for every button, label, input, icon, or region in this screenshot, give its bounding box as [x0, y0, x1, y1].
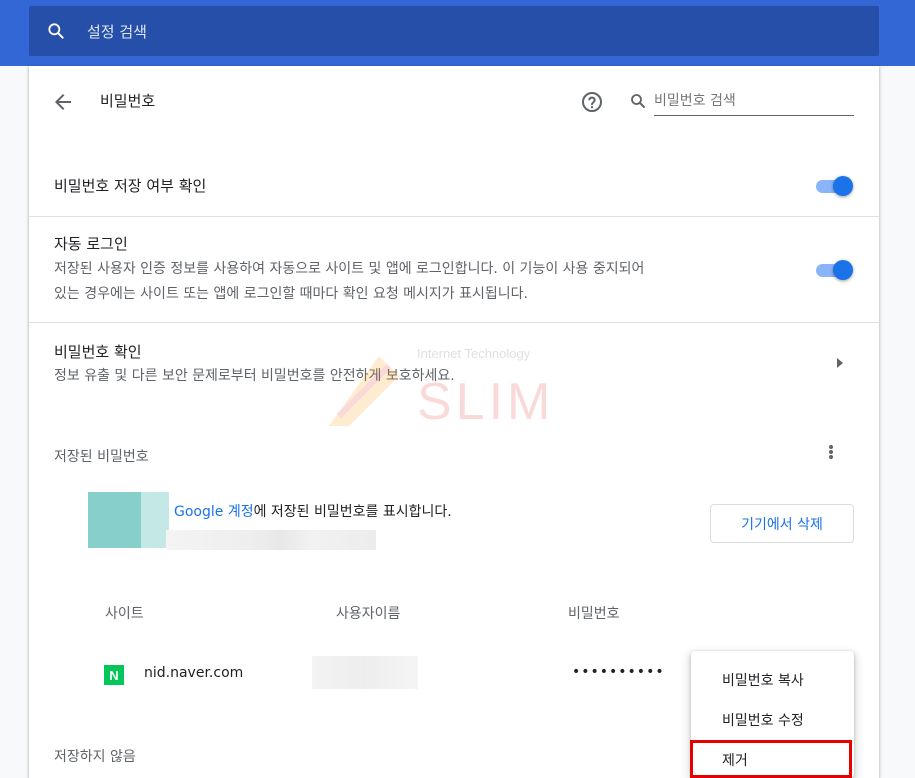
column-header-username: 사용자이름	[336, 606, 401, 622]
auto-signin-label: 자동 로그인	[54, 235, 128, 253]
offer-save-label: 비밀번호 저장 여부 확인	[54, 177, 207, 195]
redacted-username	[312, 656, 418, 689]
divider	[29, 216, 879, 217]
chevron-right-icon[interactable]	[837, 358, 843, 368]
saved-passwords-title: 저장된 비밀번호	[54, 449, 149, 465]
password-search-input[interactable]	[654, 86, 854, 116]
check-passwords-label[interactable]: 비밀번호 확인	[54, 341, 142, 362]
settings-search-box[interactable]: 설정 검색	[29, 6, 879, 56]
settings-search-placeholder[interactable]: 설정 검색	[87, 21, 147, 42]
account-banner-message: 에 저장된 비밀번호를 표시합니다.	[253, 504, 452, 520]
delete-from-device-button[interactable]: 기기에서 삭제	[710, 504, 854, 543]
arrow-back-icon[interactable]	[51, 90, 75, 114]
menu-item-copy-password[interactable]: 비밀번호 복사	[691, 660, 854, 700]
watermark-tagline: Internet Technology	[417, 346, 531, 361]
passwords-card: 비밀번호 비밀번호 저장 여부 확인 자동 로그인 저장된 사용자 인증 정보를…	[29, 66, 879, 778]
toggle-knob	[833, 260, 853, 280]
column-header-site: 사이트	[105, 606, 144, 622]
watermark-emblem	[329, 356, 399, 426]
masked-password: ••••••••••	[572, 664, 665, 680]
account-banner-image-accent	[141, 492, 169, 548]
account-banner-text: Google 계정에 저장된 비밀번호를 표시합니다.	[174, 501, 452, 521]
auto-signin-description-line1: 저장된 사용자 인증 정보를 사용하여 자동으로 사이트 및 앱에 로그인합니다…	[54, 261, 645, 277]
search-icon	[45, 20, 67, 42]
remove-highlight-box	[690, 740, 852, 778]
menu-item-edit-password[interactable]: 비밀번호 수정	[691, 700, 854, 740]
google-account-link[interactable]: Google 계정	[174, 504, 254, 520]
top-bar: 설정 검색	[0, 0, 915, 66]
account-banner-image	[88, 492, 141, 548]
redacted-account-email	[166, 530, 376, 550]
auto-signin-description-line2: 있는 경우에는 사이트 또는 앱에 로그인할 때마다 확인 요청 메시지가 표시…	[54, 286, 528, 302]
column-header-password: 비밀번호	[568, 606, 620, 622]
divider	[29, 322, 879, 323]
toggle-knob	[833, 176, 853, 196]
watermark-logo: Internet Technology SLIM	[319, 346, 579, 436]
more-vert-icon[interactable]	[824, 441, 838, 463]
check-passwords-description: 정보 유출 및 다른 보안 문제로부터 비밀번호를 안전하게 보호하세요.	[54, 368, 455, 384]
page-title: 비밀번호	[100, 92, 156, 110]
naver-favicon-icon: N	[104, 665, 124, 685]
saved-site-url[interactable]: nid.naver.com	[144, 665, 243, 681]
never-saved-title: 저장하지 않음	[54, 749, 136, 765]
password-search	[629, 86, 854, 116]
help-icon[interactable]	[580, 90, 604, 114]
search-icon	[629, 92, 647, 110]
offer-save-toggle[interactable]	[814, 175, 854, 197]
auto-signin-toggle[interactable]	[814, 259, 854, 281]
